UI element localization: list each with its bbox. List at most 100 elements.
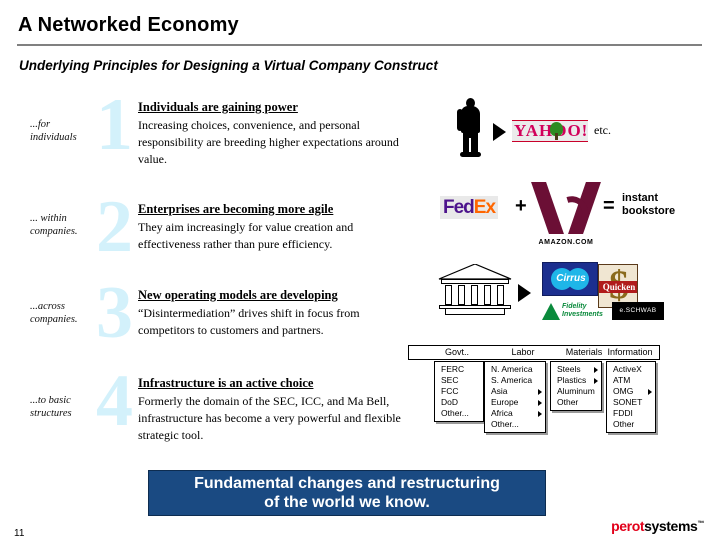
quicken-wordmark: Quicken bbox=[602, 282, 636, 292]
cirrus-logo: Cirrus bbox=[542, 262, 598, 296]
bank-column bbox=[445, 285, 452, 305]
govt-menu: FERC SEC FCC DoD Other... bbox=[434, 361, 484, 422]
principle-body-1: Increasing choices, convenience, and per… bbox=[138, 118, 399, 166]
menu-item[interactable]: Other bbox=[551, 397, 601, 408]
callout-text: Fundamental changes and restructuring of… bbox=[194, 474, 500, 512]
yahoo-tree-trunk bbox=[555, 133, 558, 140]
menu-item[interactable]: Europe bbox=[485, 397, 545, 408]
fedex-logo: FedEx bbox=[440, 196, 499, 219]
graphic-row-operating-models: Cirrus $ Quicken Fidelity Investments e.… bbox=[438, 262, 688, 324]
submenu-arrow-icon bbox=[538, 400, 542, 406]
eschwab-logo: e.SCHWAB bbox=[612, 302, 664, 320]
cirrus-wordmark: Cirrus bbox=[556, 273, 586, 284]
bank-column bbox=[484, 285, 491, 305]
fidelity-line2: Investments bbox=[562, 311, 603, 318]
principle-heading-3: New operating models are developing bbox=[138, 288, 338, 302]
menu-item[interactable]: Asia bbox=[485, 386, 545, 397]
graphic-row-individuals: YAHOO! etc. bbox=[455, 98, 685, 164]
principle-heading-1: Individuals are gaining power bbox=[138, 100, 298, 114]
side-caption-3: ...across companies. bbox=[30, 301, 78, 325]
menu-item[interactable]: DoD bbox=[435, 397, 483, 408]
arrow-right-icon bbox=[518, 284, 531, 302]
fedex-fed-text: Fed bbox=[443, 197, 475, 218]
menu-item[interactable]: Africa bbox=[485, 408, 545, 419]
principle-number-1: 1 bbox=[96, 84, 133, 166]
plus-sign: + bbox=[515, 195, 527, 217]
amazon-logo: AMAZON.COM bbox=[531, 182, 601, 246]
instant-bookstore-line1: instant bbox=[622, 192, 659, 204]
instant-bookstore-line2: bookstore bbox=[622, 205, 676, 217]
callout-line-1: Fundamental changes and restructuring bbox=[194, 475, 500, 492]
bank-building-icon bbox=[438, 264, 512, 316]
eschwab-wordmark: e.SCHWAB bbox=[619, 307, 657, 314]
menu-item[interactable]: Other... bbox=[435, 408, 483, 419]
side-caption-2: ... within companies. bbox=[30, 213, 78, 237]
brand-systems-text: systems bbox=[644, 518, 698, 534]
menu-item[interactable]: FCC bbox=[435, 386, 483, 397]
menu-item[interactable]: Other... bbox=[485, 419, 545, 430]
bank-column bbox=[497, 285, 504, 305]
amazon-wordmark: AMAZON.COM bbox=[538, 239, 594, 246]
bank-column bbox=[458, 285, 465, 305]
menu-item[interactable]: ActiveX bbox=[607, 364, 655, 375]
person-arm bbox=[457, 109, 463, 131]
bank-roof bbox=[438, 264, 512, 280]
materials-menu: Steels Plastics Aluminum Other bbox=[550, 361, 602, 411]
fidelity-wordmark: Fidelity Investments bbox=[562, 303, 603, 319]
side-caption-4: ...to basic structures bbox=[30, 395, 72, 419]
etc-label: etc. bbox=[594, 123, 611, 137]
brand-perot-text: perot bbox=[611, 518, 645, 534]
principle-body-2: They aim increasingly for value creation… bbox=[138, 220, 354, 251]
arrow-right-icon bbox=[493, 123, 506, 141]
principle-heading-4: Infrastructure is an active choice bbox=[138, 376, 314, 390]
yahoo-logo: YAHOO! bbox=[512, 120, 588, 142]
menu-item[interactable]: Plastics bbox=[551, 375, 601, 386]
title-divider bbox=[17, 44, 702, 46]
menu-item[interactable]: S. America bbox=[485, 375, 545, 386]
fidelity-line1: Fidelity bbox=[562, 303, 587, 310]
submenu-arrow-icon bbox=[594, 378, 598, 384]
person-torso bbox=[461, 106, 480, 133]
menu-item[interactable]: SONET bbox=[607, 397, 655, 408]
menu-item[interactable]: FDDI bbox=[607, 408, 655, 419]
menu-item[interactable]: Aluminum bbox=[551, 386, 601, 397]
menu-item[interactable]: OMG bbox=[607, 386, 655, 397]
instant-bookstore-label: instant bookstore bbox=[622, 192, 675, 218]
labor-menu: N. America S. America Asia Europe Africa Othe… bbox=[484, 361, 546, 433]
perot-systems-logo: perotsystems™ bbox=[611, 518, 704, 534]
bank-column bbox=[471, 285, 478, 305]
page-title: A Networked Economy bbox=[18, 14, 239, 36]
menu-item[interactable]: N. America bbox=[485, 364, 545, 375]
menu-item[interactable]: FERC bbox=[435, 364, 483, 375]
trademark-mark: ™ bbox=[697, 520, 704, 528]
page-number: 11 bbox=[14, 528, 25, 539]
principle-number-4: 4 bbox=[96, 360, 133, 442]
fidelity-logo: Fidelity Investments bbox=[542, 302, 604, 322]
menu-bar-item-information[interactable]: Information bbox=[599, 347, 661, 357]
graphic-row-enterprises: FedEx + AMAZON.COM = instant bookstore bbox=[440, 182, 690, 246]
menu-item[interactable]: Steels bbox=[551, 364, 601, 375]
submenu-arrow-icon bbox=[648, 389, 652, 395]
callout-box: Fundamental changes and restructuring of… bbox=[148, 470, 546, 516]
person-silhouette-icon bbox=[455, 98, 485, 157]
submenu-arrow-icon bbox=[538, 389, 542, 395]
principle-number-2: 2 bbox=[96, 186, 133, 268]
principle-body-3: “Disintermediation” drives shift in focu… bbox=[138, 306, 360, 337]
menu-mock: Govt.. Labor Materials Information FERC SEC F… bbox=[408, 345, 660, 437]
equals-sign: = bbox=[603, 195, 615, 217]
information-menu: ActiveX ATM OMG SONET FDDI Other bbox=[606, 361, 656, 433]
principle-number-3: 3 bbox=[96, 272, 133, 354]
quicken-band: Quicken bbox=[599, 281, 637, 293]
menu-bar[interactable]: Govt.. Labor Materials Information bbox=[408, 345, 660, 360]
menu-item[interactable]: ATM bbox=[607, 375, 655, 386]
fedex-ex-text: Ex bbox=[473, 197, 496, 218]
fidelity-pyramid-icon bbox=[542, 303, 560, 320]
person-foot bbox=[460, 152, 481, 157]
menu-item[interactable]: Other bbox=[607, 419, 655, 430]
principle-body-4: Formerly the domain of the SEC, ICC, and… bbox=[138, 394, 401, 442]
submenu-arrow-icon bbox=[538, 411, 542, 417]
menu-item[interactable]: SEC bbox=[435, 375, 483, 386]
bank-entablature bbox=[441, 279, 509, 284]
side-caption-1: ...for individuals bbox=[30, 119, 77, 143]
submenu-arrow-icon bbox=[594, 367, 598, 373]
